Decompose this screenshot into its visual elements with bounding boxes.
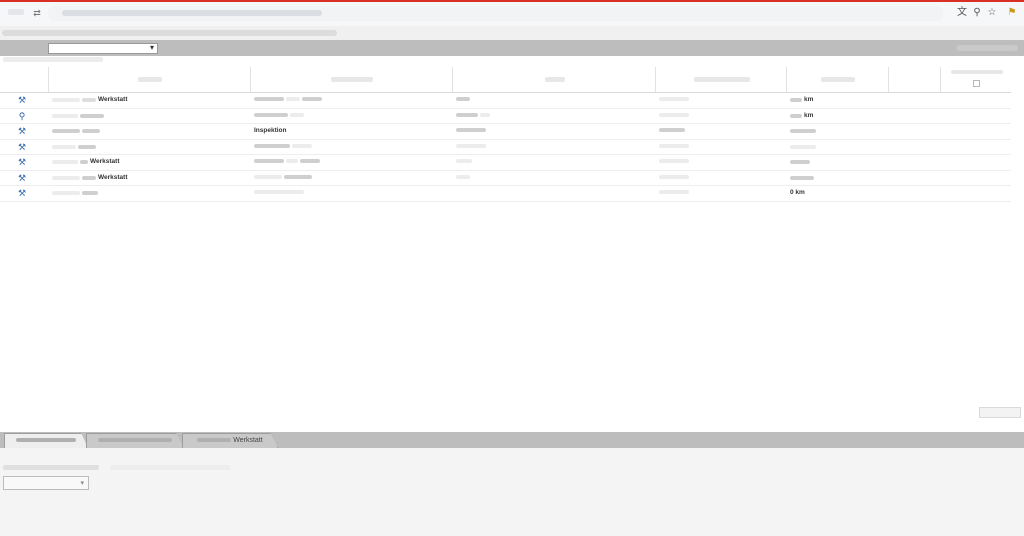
cell-col4 [659,171,691,186]
grid-action-button[interactable] [979,407,1021,418]
panel-label [3,465,99,470]
cell-col3 [456,140,488,155]
browser-tab[interactable] [8,9,24,15]
cell-col3 [456,93,472,108]
toolbar-right-action[interactable] [956,45,1018,51]
header-select-col [940,67,1012,92]
toolbar-subtext [3,57,103,62]
cell-col2 [254,109,306,124]
browser-toolbar: ⇄ 文 ⚲ ☆ ⚑ [0,0,1024,27]
cell-col3 [456,109,492,124]
cell-col4 [659,140,691,155]
bottom-tab-bar: Werkstatt [0,432,1024,448]
panel-hint [110,465,230,470]
cell-col2 [254,171,314,186]
table-row[interactable]: ⚒ Werkstatt [0,155,1011,171]
cell-col5: km [790,93,813,108]
grid-toolbar: ▾ [0,40,1024,56]
app-menu-strip [0,26,1024,40]
cell-col4 [659,124,687,139]
cell-col2 [254,140,314,155]
bookmark-star-icon[interactable]: ☆ [985,6,999,20]
cell-col1 [52,186,100,201]
wrench-icon[interactable]: ⚒ [17,157,27,167]
cell-col5: km [790,109,813,124]
translate-icon[interactable]: 文 [955,6,969,20]
address-url [62,10,322,16]
cell-col4 [659,155,691,170]
cell-col3 [456,155,474,170]
cell-col1 [52,124,102,139]
cell-col2 [254,186,306,201]
cell-col4 [659,93,691,108]
extension-icon[interactable]: ⚑ [1005,6,1019,20]
table-row[interactable]: ⚒ [0,140,1011,155]
cell-col2 [254,93,324,108]
header-col-3[interactable] [452,67,656,92]
panel-select[interactable]: ▾ [3,476,89,490]
data-grid: ⚒ Werkstatt km ⚲ km ⚒ Inspektion ⚒ ⚒ Wer… [0,67,1011,202]
cell-col5 [790,124,818,139]
cell-col4 [659,186,691,201]
cell-col5 [790,140,818,155]
tab-2[interactable] [86,433,184,448]
table-row[interactable]: ⚲ km [0,109,1011,124]
cell-col1: Werkstatt [52,93,128,108]
cell-col3 [456,171,472,186]
cell-col4 [659,109,691,124]
wrench-icon[interactable]: ⚒ [17,95,27,105]
wrench-icon[interactable]: ⚒ [17,126,27,136]
magnifier-icon[interactable]: ⚲ [17,111,27,121]
menu-items[interactable] [2,30,337,36]
cell-col1 [52,140,98,155]
chevron-down-icon: ▾ [149,43,154,52]
select-all-checkbox[interactable] [973,80,980,87]
tab-3[interactable]: Werkstatt [182,433,278,448]
header-col-1[interactable] [48,67,251,92]
cell-col5 [790,171,816,186]
tab-3-label: Werkstatt [233,437,263,444]
cell-col5 [790,155,812,170]
header-col-5[interactable] [786,67,889,92]
wrench-icon[interactable]: ⚒ [17,173,27,183]
tab-strip-accent [0,0,1024,2]
search-icon[interactable]: ⚲ [970,6,984,20]
site-info-icon[interactable]: ⇄ [31,7,43,19]
header-col-6 [888,67,941,92]
cell-col1: Werkstatt [52,171,128,186]
table-row[interactable]: ⚒ 0 km [0,186,1011,202]
chevron-down-icon: ▾ [80,480,84,487]
header-icon-col [0,67,48,92]
filter-select[interactable]: ▾ [48,43,158,54]
tab-1[interactable] [4,433,88,448]
cell-col2: Inspektion [254,127,287,134]
bottom-panel: ▾ [0,448,1024,536]
cell-col1: Werkstatt [52,155,120,170]
table-row[interactable]: ⚒ Werkstatt [0,171,1011,186]
cell-col5: 0 km [790,189,805,196]
grid-header-row [0,67,1011,93]
address-bar[interactable] [48,6,943,21]
wrench-icon[interactable]: ⚒ [17,188,27,198]
cell-col2 [254,155,322,170]
cell-col3 [456,124,488,139]
header-col-2[interactable] [250,67,453,92]
table-row[interactable]: ⚒ Inspektion [0,124,1011,140]
table-row[interactable]: ⚒ Werkstatt km [0,93,1011,109]
cell-col1 [52,109,106,124]
wrench-icon[interactable]: ⚒ [17,142,27,152]
header-col-4[interactable] [655,67,787,92]
